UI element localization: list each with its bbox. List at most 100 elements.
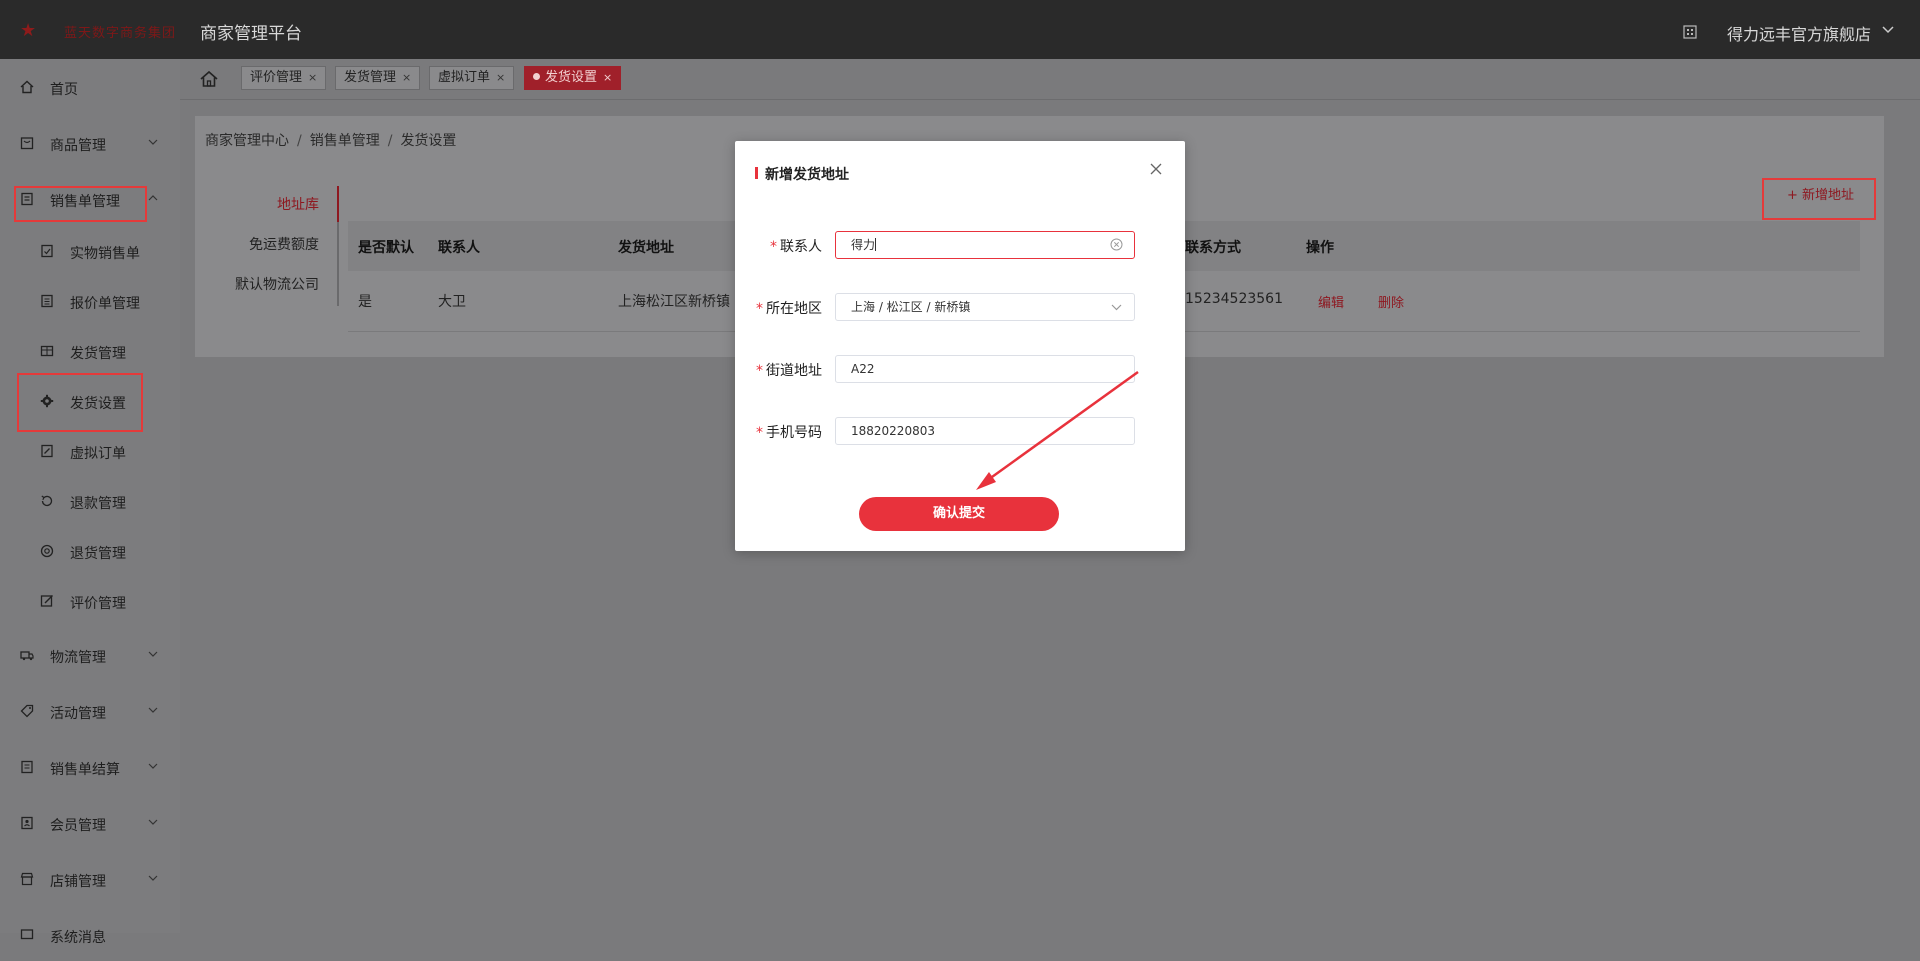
sidebar-item-goods[interactable]: 商品管理 [0,119,180,169]
sidebar-subitem-label: 退货管理 [70,546,126,562]
sidebar-item-label: 会员管理 [50,818,106,834]
message-icon [20,929,34,940]
doc-icon [41,244,53,258]
tab-bar: 评价管理 × 发货管理 × 虚拟订单 × 发货设置 × [180,59,1920,100]
sidebar-subitem-refunds[interactable]: 退款管理 [0,477,180,527]
chevron-down-icon [148,707,158,713]
breadcrumb-separator: / [387,133,393,149]
region-row: * 所在地区 上海 / 松江区 / 新桥镇 [735,293,1185,323]
sidebar-subitem-label: 评价管理 [70,596,126,612]
return-icon [40,544,54,558]
sidebar-item-activities[interactable]: 活动管理 [0,687,180,737]
sidebar: 首页 商品管理 销售单管理 实物销售单 报价单管理 发货管理 发货设置 虚拟订单… [0,59,180,946]
chevron-down-icon [148,763,158,769]
tab-virtual-orders[interactable]: 虚拟订单 × [429,66,515,90]
qrcode-icon[interactable] [1683,25,1697,39]
sidebar-item-label: 物流管理 [50,650,106,666]
add-address-dialog: 新增发货地址 * 联系人 得力 * 所在地区 上海 / 松江区 / 新桥镇 * 街道地… [735,141,1185,551]
sidebar-item-label: 商品管理 [50,138,106,154]
contact-input[interactable]: 得力 [835,231,1135,259]
sidebar-subitem-virtual-orders[interactable]: 虚拟订单 [0,427,180,477]
field-label: * 所在地区 [756,298,822,318]
tab-reviews[interactable]: 评价管理 × [241,66,327,90]
chevron-down-icon [148,819,158,825]
settle-icon [21,760,33,774]
close-icon[interactable]: × [308,71,317,84]
column-header: 发货地址 [618,240,674,256]
sidebar-subitem-label: 报价单管理 [70,296,140,312]
phone-input[interactable]: 18820220803 [835,417,1135,445]
sidebar-item-label: 系统消息 [50,930,106,946]
close-icon[interactable] [1150,163,1162,175]
sidebar-subitem-shipping[interactable]: 发货管理 [0,327,180,377]
breadcrumb: 商家管理中心 / 销售单管理 / 发货设置 [205,130,456,150]
close-icon[interactable]: × [402,71,411,84]
required-mark: * [770,239,777,255]
field-label-text: 所在地区 [766,301,822,317]
delete-link[interactable]: 删除 [1378,292,1404,311]
clear-icon[interactable] [1110,238,1123,251]
member-icon [21,816,33,830]
tab-default-logistics[interactable]: 默认物流公司 [235,274,319,294]
tab-label: 发货管理 [344,70,397,85]
field-label: * 联系人 [770,236,822,256]
column-header: 操作 [1306,240,1334,256]
chevron-down-icon [148,875,158,881]
breadcrumb-separator: / [297,133,302,149]
field-label: * 手机号码 [756,422,822,442]
logo-mark-icon: ★ [20,20,37,41]
goods-icon [20,137,34,150]
region-value: 上海 / 松江区 / 新桥镇 [851,300,971,314]
chevron-down-icon[interactable] [1111,304,1122,311]
sidebar-subitem-quotes[interactable]: 报价单管理 [0,277,180,327]
street-row: * 街道地址 A22 [735,355,1185,385]
tab-shipping-settings[interactable]: 发货设置 × [524,66,622,90]
sidebar-subitem-reviews[interactable]: 评价管理 [0,577,180,627]
sidebar-item-store[interactable]: 店铺管理 [0,855,180,905]
sidebar-item-label: 销售单结算 [50,762,120,778]
edit-doc-icon [41,444,53,458]
sidebar-item-settlement[interactable]: 销售单结算 [0,743,180,793]
chevron-down-icon[interactable] [1882,26,1894,34]
breadcrumb-item[interactable]: 销售单管理 [310,133,380,149]
required-mark: * [756,301,763,317]
column-header: 是否默认 [358,240,414,256]
field-label-text: 联系人 [780,239,822,255]
sidebar-item-members[interactable]: 会员管理 [0,799,180,849]
close-icon[interactable]: × [603,71,612,84]
tab-label: 发货设置 [545,70,598,85]
sidebar-item-label: 首页 [50,82,78,98]
sidebar-subitem-returns[interactable]: 退货管理 [0,527,180,577]
shop-name-dropdown[interactable]: 得力远丰官方旗舰店 [1727,21,1871,45]
edit-link[interactable]: 编辑 [1318,292,1344,311]
street-address-input[interactable]: A22 [835,355,1135,383]
tab-shipping[interactable]: 发货管理 × [335,66,421,90]
required-mark: * [756,363,763,379]
brand-logo[interactable]: ★ 蓝天数字商务集团 [20,16,180,44]
active-tab-indicator [337,186,339,222]
column-header: 联系人 [438,240,480,256]
close-icon[interactable]: × [496,71,505,84]
sidebar-item-home[interactable]: 首页 [0,63,180,113]
confirm-submit-button[interactable]: 确认提交 [859,497,1059,531]
region-cascader[interactable]: 上海 / 松江区 / 新桥镇 [835,293,1135,321]
column-header: 联系方式 [1185,240,1241,256]
chevron-down-icon [148,139,158,145]
active-dot-icon [533,73,540,80]
sidebar-item-messages[interactable]: 系统消息 [0,911,180,961]
sidebar-item-logistics[interactable]: 物流管理 [0,631,180,681]
cell-contact: 大卫 [438,294,466,310]
platform-title: 商家管理平台 [200,24,302,44]
sidebar-subitem-label: 虚拟订单 [70,446,126,462]
tab-address-library[interactable]: 地址库 [277,194,319,214]
contact-input-value: 得力 [851,238,876,252]
breadcrumb-item[interactable]: 商家管理中心 [205,133,289,149]
sidebar-subitem-label: 退款管理 [70,496,126,512]
chevron-up-icon [148,195,158,201]
highlight-box [14,186,147,222]
tab-free-shipping[interactable]: 免运费额度 [249,234,319,254]
sidebar-subitem-label: 发货管理 [70,346,126,362]
home-icon[interactable] [198,69,220,89]
list-icon [41,294,53,308]
sidebar-subitem-physical-orders[interactable]: 实物销售单 [0,227,180,277]
